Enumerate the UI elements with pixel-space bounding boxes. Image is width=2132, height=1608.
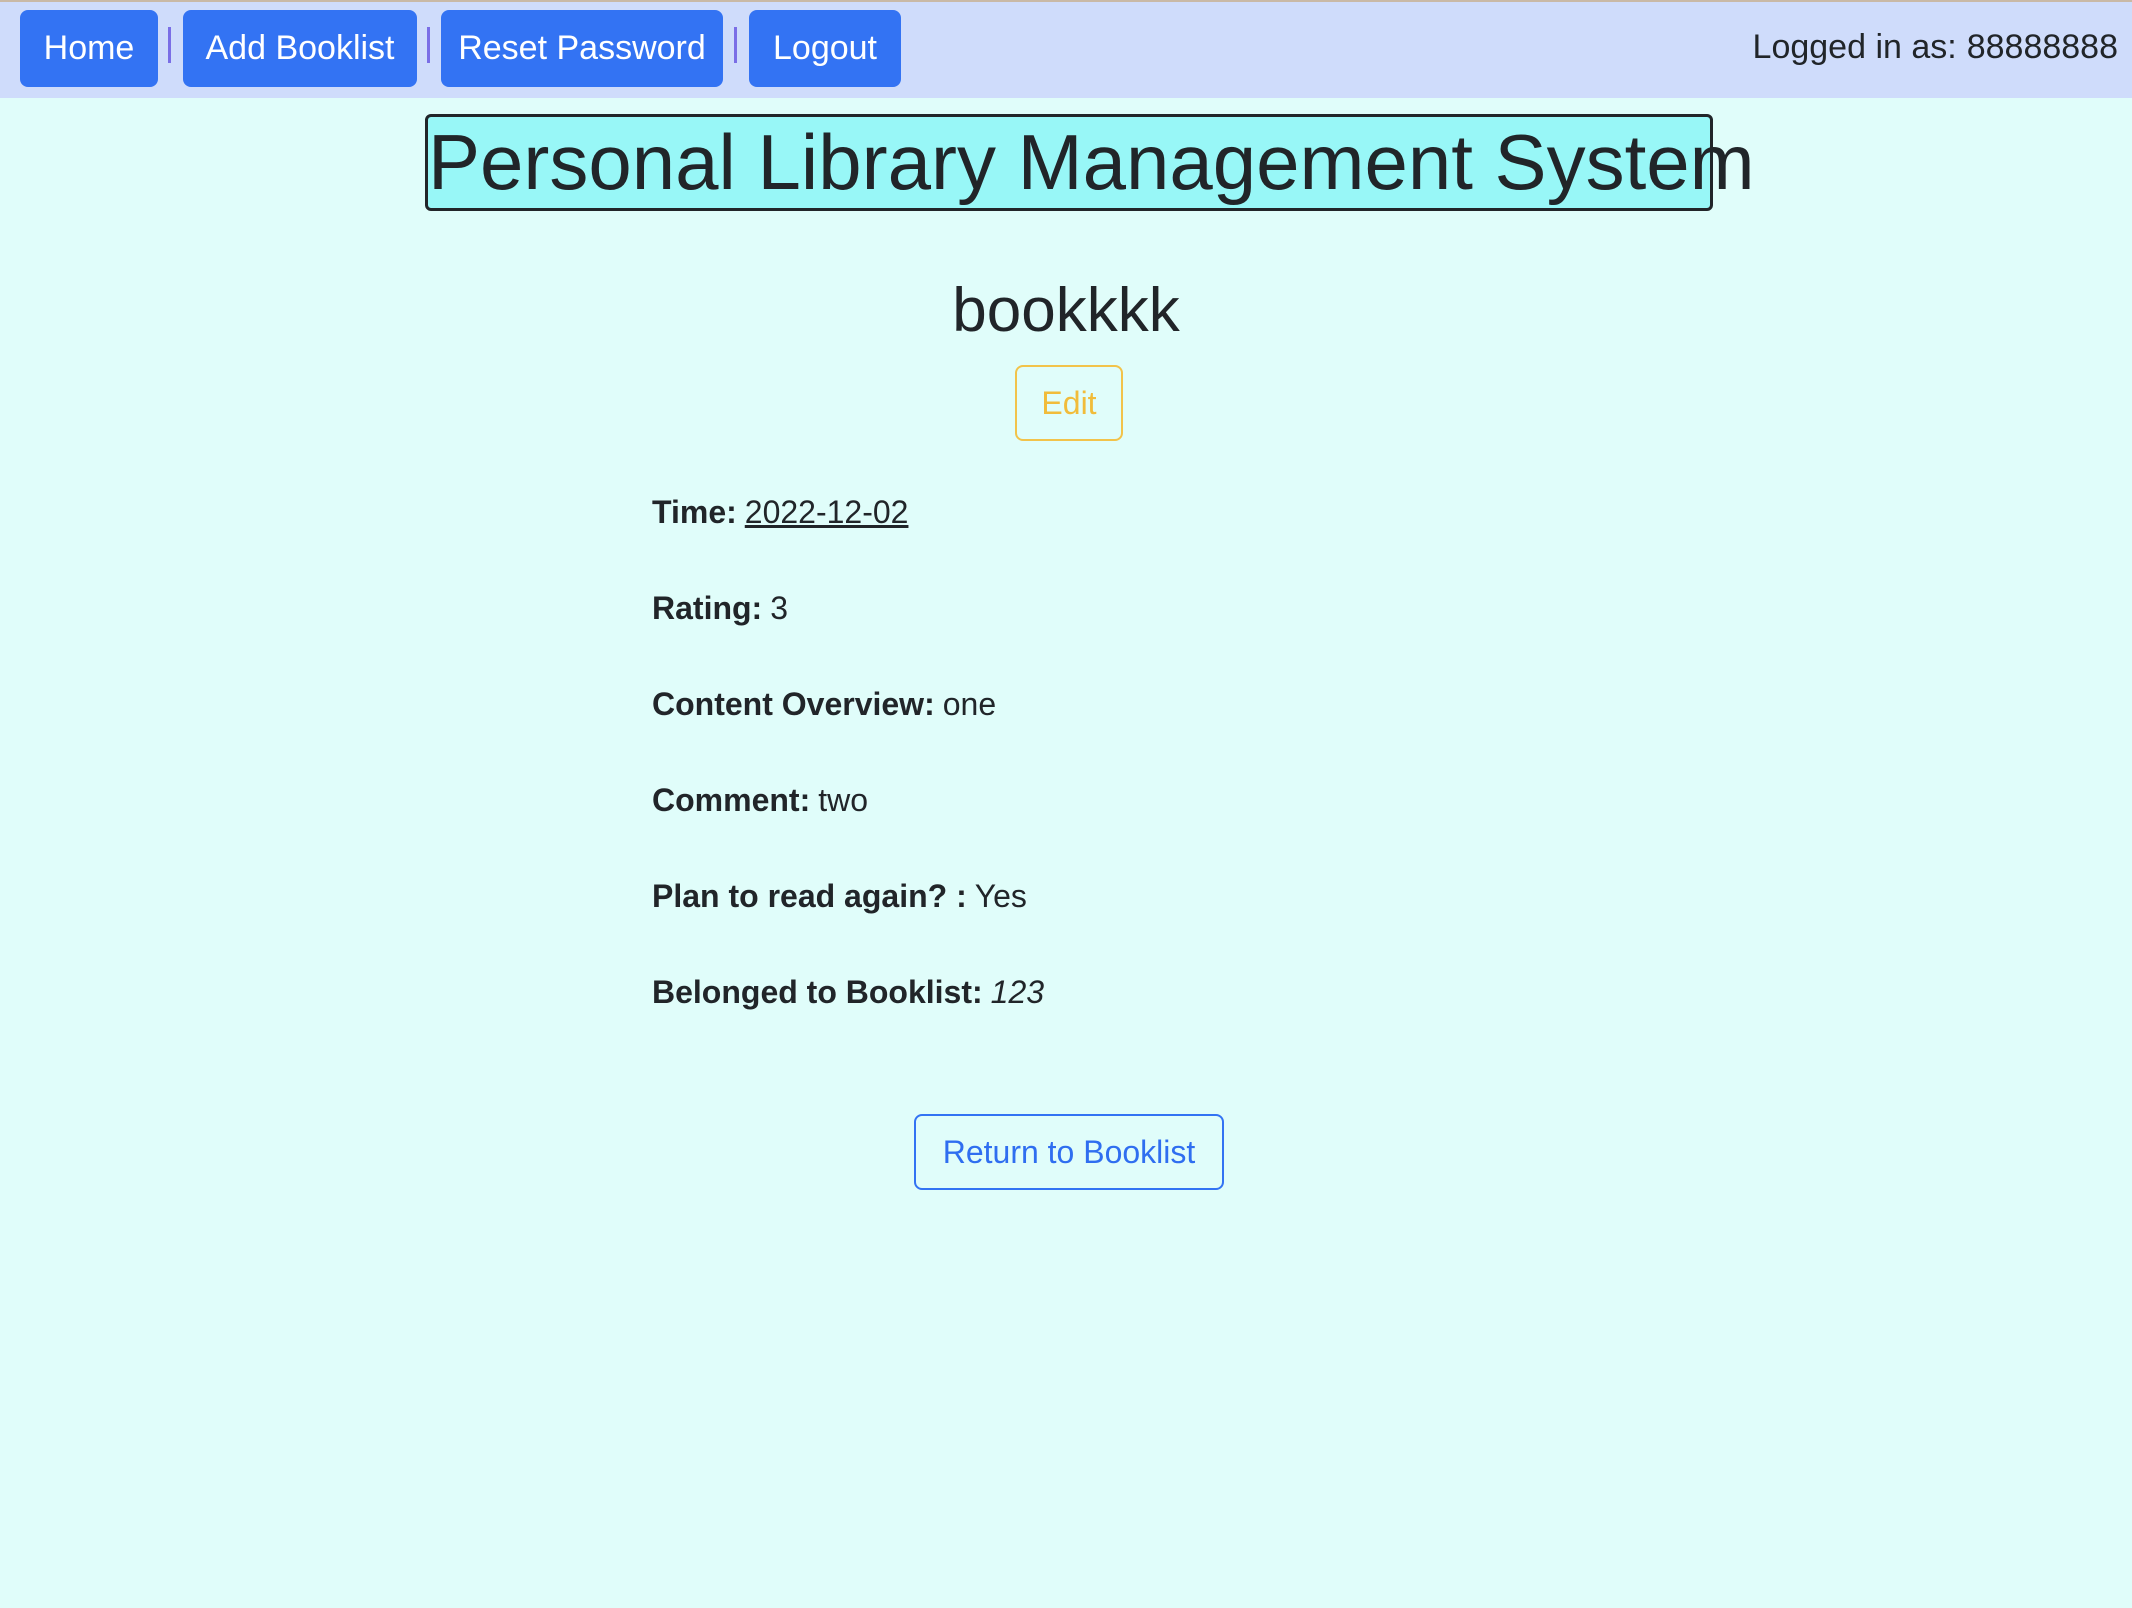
nav-separator (734, 27, 738, 63)
detail-time: Time: 2022-12-02 (652, 494, 908, 531)
logged-in-label: Logged in as: (1752, 28, 1957, 66)
site-title: Personal Library Management System (425, 114, 1755, 211)
detail-label: Content Overview: (652, 686, 935, 722)
detail-label: Rating: (652, 590, 763, 626)
booklist-value: 123 (990, 974, 1045, 1010)
reset-password-button[interactable]: Reset Password (441, 10, 723, 87)
book-title: bookkkk (952, 276, 1180, 345)
edit-button[interactable]: Edit (1015, 365, 1123, 441)
rating-value: 3 (770, 590, 788, 626)
home-button[interactable]: Home (20, 10, 158, 87)
detail-label: Plan to read again? : (652, 878, 967, 914)
username: 88888888 (1966, 28, 2118, 66)
time-value: 2022-12-02 (744, 494, 909, 530)
detail-plan-to-read-again: Plan to read again? : Yes (652, 878, 1027, 915)
detail-booklist: Belonged to Booklist: 123 (652, 974, 1044, 1011)
nav-separator (168, 27, 172, 63)
detail-label: Belonged to Booklist: (652, 974, 983, 1010)
detail-label: Comment: (652, 782, 811, 818)
top-navbar: Home Add Booklist Reset Password Logout … (0, 0, 2132, 98)
nav-separator (427, 27, 431, 63)
comment-value: two (818, 782, 869, 818)
plan-to-read-again-value: Yes (974, 878, 1027, 914)
content-overview-value: one (942, 686, 997, 722)
detail-rating: Rating: 3 (652, 590, 788, 627)
logged-in-status: Logged in as: 88888888 (1753, 28, 2118, 67)
return-to-booklist-button[interactable]: Return to Booklist (914, 1114, 1224, 1190)
add-booklist-button[interactable]: Add Booklist (183, 10, 417, 87)
detail-label: Time: (652, 494, 737, 530)
detail-content-overview: Content Overview: one (652, 686, 996, 723)
detail-comment: Comment: two (652, 782, 868, 819)
logout-button[interactable]: Logout (749, 10, 901, 87)
